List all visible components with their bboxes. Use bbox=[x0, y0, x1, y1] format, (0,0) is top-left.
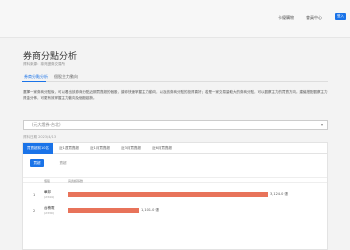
top-bar: 卡優購物 會員中心 登入 bbox=[0, 0, 350, 38]
chevron-down-icon: ▾ bbox=[320, 122, 323, 127]
card-tab-1w[interactable]: 近1週買賣超 bbox=[54, 143, 84, 154]
tab-broker-analysis[interactable]: 券商分點分析 bbox=[24, 74, 48, 80]
top-link-member[interactable]: 會員中心 bbox=[306, 15, 322, 21]
row-rank: 1 bbox=[33, 193, 36, 197]
row-bar bbox=[68, 192, 268, 197]
row-stock-code: (2330) bbox=[44, 211, 54, 215]
page-tabs: 券商分點分析 個股主力動向 bbox=[22, 72, 328, 82]
page-title: 券商分點分析 bbox=[23, 52, 78, 62]
ranking-card: 買賣超前10名 近1週買賣超 近1月買賣超 近3月買賣超 近6月買賣超 買超 賣… bbox=[22, 142, 328, 250]
subtab-sell[interactable]: 賣超 bbox=[56, 159, 70, 167]
card-tab-6m[interactable]: 近6月買賣超 bbox=[147, 143, 177, 154]
header-stock: 個股 bbox=[44, 179, 51, 183]
row-stock-code: (2344) bbox=[44, 195, 54, 199]
top-link-shop[interactable]: 卡優購物 bbox=[278, 15, 294, 21]
broker-select-value: (元大證券-台北) bbox=[32, 122, 61, 127]
active-tab-indicator bbox=[22, 81, 46, 82]
page-subtitle: 資料來源：臺灣證券交易所 bbox=[23, 62, 65, 66]
row-value: 1,101.0 張 bbox=[141, 208, 159, 212]
login-button[interactable]: 登入 bbox=[335, 13, 346, 20]
row-value: 3,124.0 張 bbox=[270, 192, 288, 196]
card-tab-1m[interactable]: 近1月買賣超 bbox=[85, 143, 115, 154]
date-range: 資料日期 2023/4/13 bbox=[23, 135, 57, 139]
card-tabs: 買賣超前10名 近1週買賣超 近1月買賣超 近3月買賣超 近6月買賣超 bbox=[23, 143, 327, 154]
card-tab-3m[interactable]: 近3月買賣超 bbox=[116, 143, 146, 154]
row-rank: 2 bbox=[33, 209, 36, 213]
row-bar bbox=[68, 208, 139, 213]
tab-stock-trend[interactable]: 個股主力動向 bbox=[54, 74, 78, 80]
header-net: 買賣超張數 bbox=[68, 179, 84, 183]
table-header: 個股 買賣超張數 bbox=[23, 177, 327, 183]
card-tab-top10[interactable]: 買賣超前10名 bbox=[23, 143, 53, 154]
broker-select[interactable]: (元大證券-台北) ▾ bbox=[23, 120, 328, 130]
description: 選擇一家券商分點後，可以看出該券商分點近期買賣超的個股，讓你快速掌握主力動向，以… bbox=[23, 90, 328, 100]
subtab-buy[interactable]: 買超 bbox=[30, 159, 44, 167]
